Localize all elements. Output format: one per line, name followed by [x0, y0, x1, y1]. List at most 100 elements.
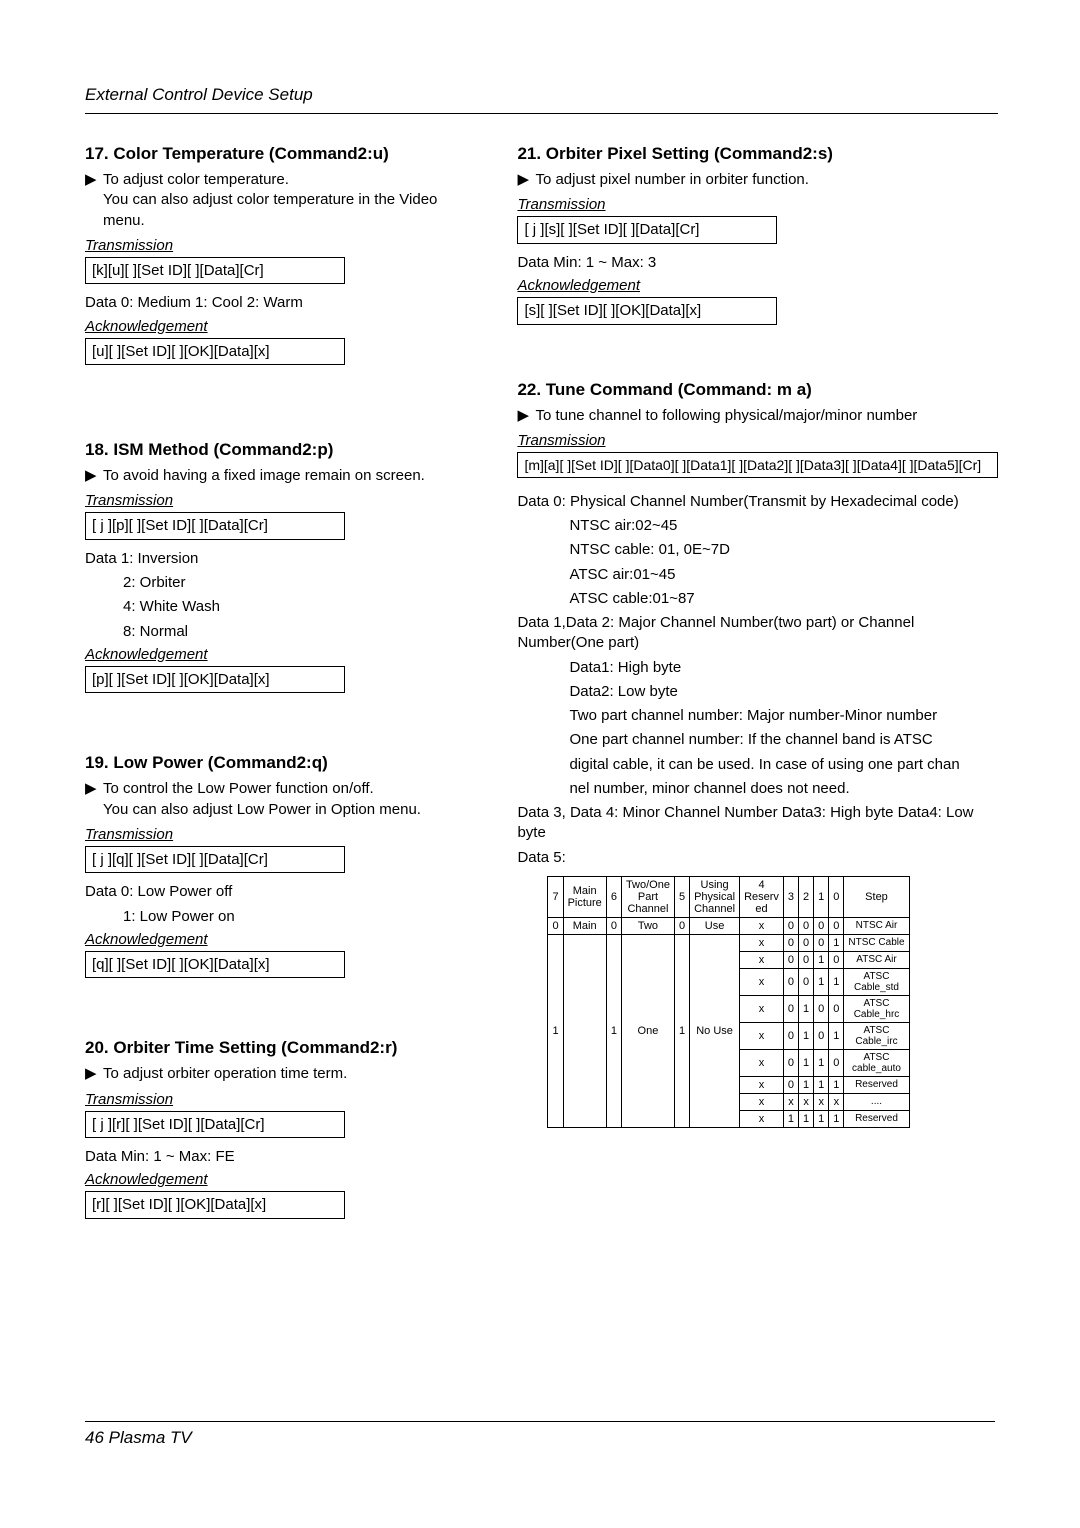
td: ATSC Cable_std — [844, 968, 909, 995]
acknowledgement-cmd: [s][ ][Set ID][ ][OK][Data][x] — [517, 297, 777, 325]
right-column: 21. Orbiter Pixel Setting (Command2:s) ▶… — [517, 144, 998, 1274]
th: Main Picture — [563, 876, 606, 917]
td: NTSC Cable — [844, 934, 909, 951]
acknowledgement-label: Acknowledgement — [517, 277, 998, 294]
acknowledgement-label: Acknowledgement — [85, 318, 469, 335]
section-20: 20. Orbiter Time Setting (Command2:r) ▶ … — [85, 1038, 469, 1224]
left-column: 17. Color Temperature (Command2:u) ▶ To … — [85, 144, 469, 1274]
td: 1 — [814, 951, 829, 968]
footer-divider — [85, 1421, 995, 1422]
td: 1 — [829, 1022, 844, 1049]
td: 1 — [799, 1110, 814, 1127]
td: Main — [563, 917, 606, 934]
td: x — [740, 1076, 784, 1093]
td: 1 — [814, 1076, 829, 1093]
td: ATSC Cable_hrc — [844, 995, 909, 1022]
play-icon: ▶ — [517, 406, 535, 426]
td: 1 — [783, 1110, 798, 1127]
transmission-label: Transmission — [85, 492, 469, 509]
data5-label: Data 5: — [517, 848, 998, 868]
section-19-title: 19. Low Power (Command2:q) — [85, 753, 469, 773]
td: .... — [844, 1093, 909, 1110]
data12-text: digital cable, it can be used. In case o… — [517, 755, 998, 775]
data-text: 4: White Wash — [85, 597, 469, 617]
data0-text: NTSC cable: 01, 0E~7D — [517, 540, 998, 560]
td: 0 — [799, 934, 814, 951]
transmission-cmd: [ j ][p][ ][Set ID][ ][Data][Cr] — [85, 512, 345, 540]
td: 0 — [783, 917, 798, 934]
td: 1 — [829, 934, 844, 951]
td: 1 — [606, 934, 621, 1127]
acknowledgement-cmd: [p][ ][Set ID][ ][OK][Data][x] — [85, 666, 345, 694]
acknowledgement-label: Acknowledgement — [85, 1171, 469, 1188]
transmission-label: Transmission — [85, 1091, 469, 1108]
running-head: External Control Device Setup — [85, 85, 998, 105]
td: 0 — [783, 1049, 798, 1076]
td: x — [740, 968, 784, 995]
td: 0 — [829, 917, 844, 934]
td: 1 — [829, 1076, 844, 1093]
transmission-label: Transmission — [85, 237, 469, 254]
td: x — [740, 1022, 784, 1049]
transmission-label: Transmission — [517, 432, 998, 449]
data0-text: ATSC air:01~45 — [517, 565, 998, 585]
td: Use — [690, 917, 740, 934]
section-21: 21. Orbiter Pixel Setting (Command2:s) ▶… — [517, 144, 998, 330]
table-head-row: 7 Main Picture 6 Two/One Part Channel 5 … — [548, 876, 909, 917]
transmission-cmd: [k][u][ ][Set ID][ ][Data][Cr] — [85, 257, 345, 285]
th: Using Physical Channel — [690, 876, 740, 917]
td: x — [740, 951, 784, 968]
section-21-title: 21. Orbiter Pixel Setting (Command2:s) — [517, 144, 998, 164]
data-text: Data Min: 1 ~ Max: FE — [85, 1147, 469, 1167]
td: 0 — [783, 934, 798, 951]
td: 0 — [829, 995, 844, 1022]
acknowledgement-cmd: [u][ ][Set ID][ ][OK][Data][x] — [85, 338, 345, 366]
td: x — [740, 1093, 784, 1110]
transmission-cmd: [m][a][ ][Set ID][ ][Data0][ ][Data1][ ]… — [517, 452, 998, 478]
td: ATSC Cable_irc — [844, 1022, 909, 1049]
footer-text: 46 Plasma TV — [85, 1428, 995, 1448]
td: 1 — [799, 995, 814, 1022]
td: 1 — [814, 1110, 829, 1127]
td: 0 — [783, 968, 798, 995]
section-17-desc: To adjust color temperature. You can als… — [103, 170, 469, 231]
td — [563, 934, 606, 1127]
section-18-desc: To avoid having a fixed image remain on … — [103, 466, 425, 486]
td: 0 — [814, 934, 829, 951]
transmission-label: Transmission — [517, 196, 998, 213]
data12-text: One part channel number: If the channel … — [517, 730, 998, 750]
data12-text: Data 1,Data 2: Major Channel Number(two … — [517, 613, 998, 654]
td: x — [740, 934, 784, 951]
th: 5 — [674, 876, 689, 917]
section-22-title: 22. Tune Command (Command: m a) — [517, 380, 998, 400]
td: x — [740, 917, 784, 934]
play-icon: ▶ — [85, 779, 103, 820]
td: 1 — [799, 1022, 814, 1049]
data0-text: Data 0: Physical Channel Number(Transmit… — [517, 492, 998, 512]
td: 0 — [799, 968, 814, 995]
td: NTSC Air — [844, 917, 909, 934]
td: 1 — [829, 968, 844, 995]
th: 4 Reserv ed — [740, 876, 784, 917]
td: 0 — [799, 917, 814, 934]
footer: 46 Plasma TV — [85, 1421, 995, 1448]
transmission-cmd: [ j ][s][ ][Set ID][ ][Data][Cr] — [517, 216, 777, 244]
data34-text: Data 3, Data 4: Minor Channel Number Dat… — [517, 803, 998, 844]
td: 0 — [783, 1022, 798, 1049]
td: x — [740, 1049, 784, 1076]
td: 0 — [829, 951, 844, 968]
section-17-title: 17. Color Temperature (Command2:u) — [85, 144, 469, 164]
td: 0 — [783, 1076, 798, 1093]
td: 1 — [829, 1110, 844, 1127]
top-divider — [85, 113, 998, 114]
data12-text: Data1: High byte — [517, 658, 998, 678]
th: 1 — [814, 876, 829, 917]
td: 0 — [606, 917, 621, 934]
td: x — [740, 995, 784, 1022]
td: x — [814, 1093, 829, 1110]
td: 1 — [814, 1049, 829, 1076]
th: 7 — [548, 876, 563, 917]
td: x — [783, 1093, 798, 1110]
td: 0 — [783, 951, 798, 968]
td: 1 — [814, 968, 829, 995]
